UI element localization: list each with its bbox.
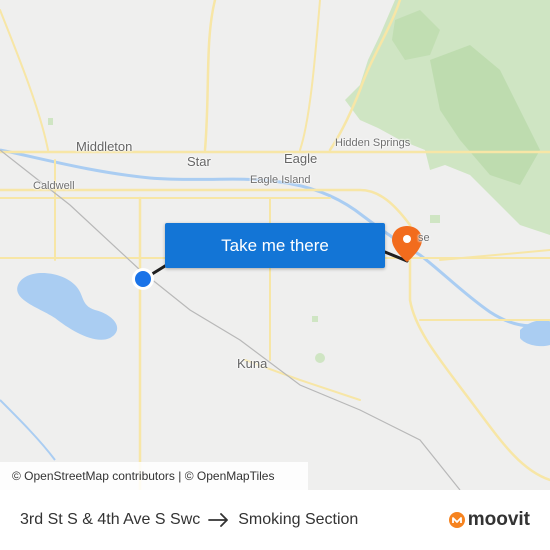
moovit-wordmark: moovit: [467, 509, 530, 530]
origin-stop-name: 3rd St S & 4th Ave S Swc: [20, 511, 201, 528]
take-me-there-button[interactable]: Take me there: [165, 223, 385, 268]
moovit-logo-icon: [448, 512, 465, 528]
place-label-hidden-springs: Hidden Springs: [335, 137, 411, 149]
destination-name: Smoking Section: [238, 511, 359, 528]
moovit-logo[interactable]: moovit: [448, 490, 530, 550]
place-label-middleton: Middleton: [76, 139, 133, 154]
place-label-star: Star: [187, 154, 211, 169]
route-footer: 3rd St S & 4th Ave S Swc Smoking Section…: [0, 490, 550, 550]
arrow-right-icon: [208, 513, 230, 527]
place-label-eagle: Eagle: [284, 151, 318, 166]
lake: [17, 272, 118, 340]
place-label-caldwell: Caldwell: [33, 180, 75, 192]
route-summary: 3rd St S & 4th Ave S Swc Smoking Section: [20, 490, 358, 550]
place-label-boise-partial: se: [418, 232, 430, 244]
river-west: [0, 399, 56, 461]
place-label-kuna: Kuna: [237, 356, 268, 371]
place-label-eagle-island: Eagle Island: [250, 174, 311, 186]
map-attribution[interactable]: © OpenStreetMap contributors | © OpenMap…: [0, 462, 308, 490]
map[interactable]: Middleton Star Eagle Hidden Springs Cald…: [0, 0, 550, 490]
